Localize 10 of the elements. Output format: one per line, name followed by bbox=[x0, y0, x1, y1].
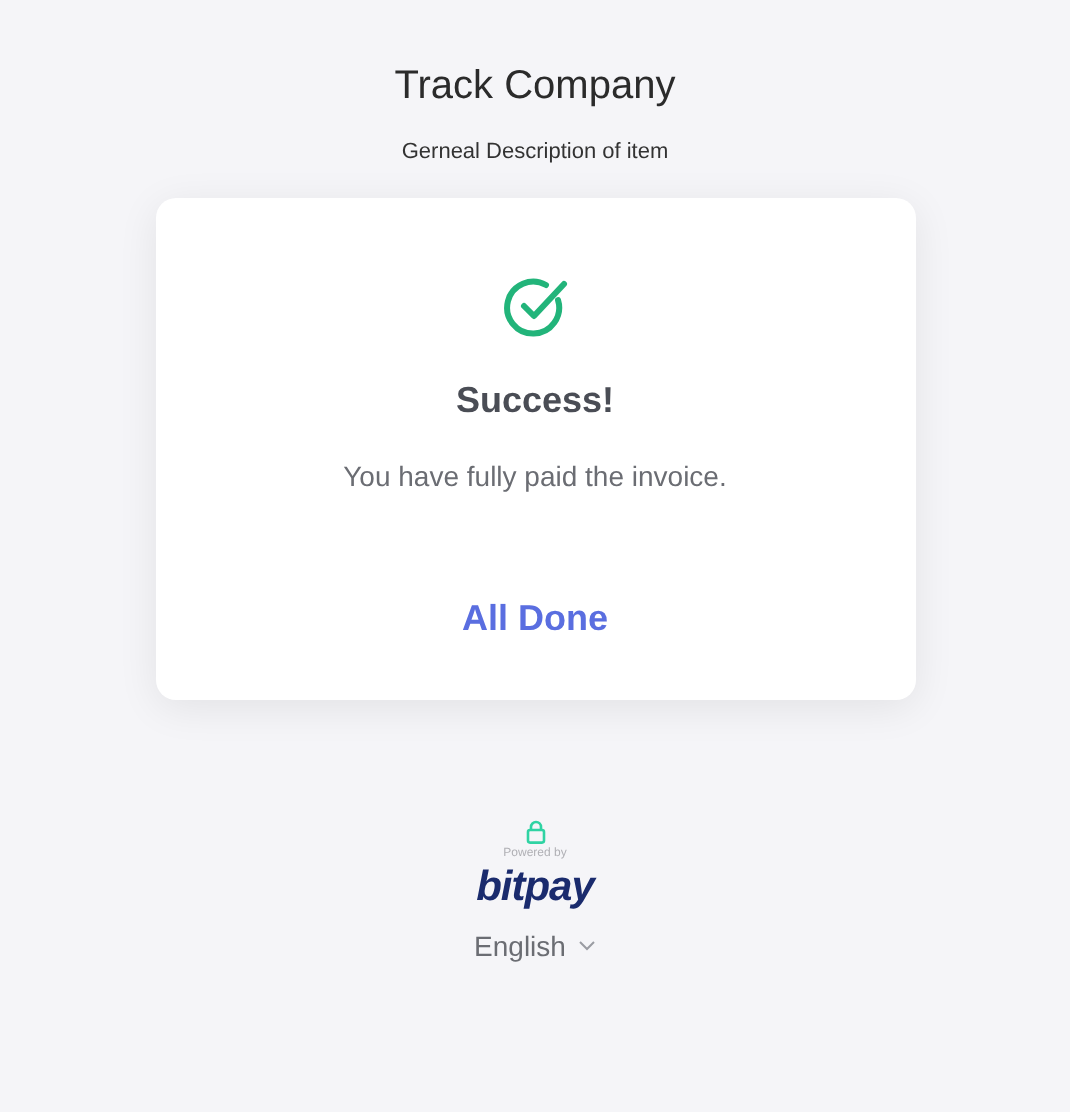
company-title: Track Company bbox=[394, 62, 676, 110]
chevron-down-icon bbox=[577, 940, 596, 952]
check-circle-icon bbox=[501, 274, 569, 342]
bitpay-logo: bitpay bbox=[476, 864, 594, 912]
language-selector[interactable]: English bbox=[474, 928, 596, 964]
all-done-button[interactable]: All Done bbox=[445, 596, 624, 640]
lock-icon bbox=[525, 820, 545, 844]
success-heading: Success! bbox=[455, 378, 615, 422]
success-message: You have fully paid the invoice. bbox=[343, 458, 727, 494]
item-description: Gerneal Description of item bbox=[401, 138, 669, 166]
